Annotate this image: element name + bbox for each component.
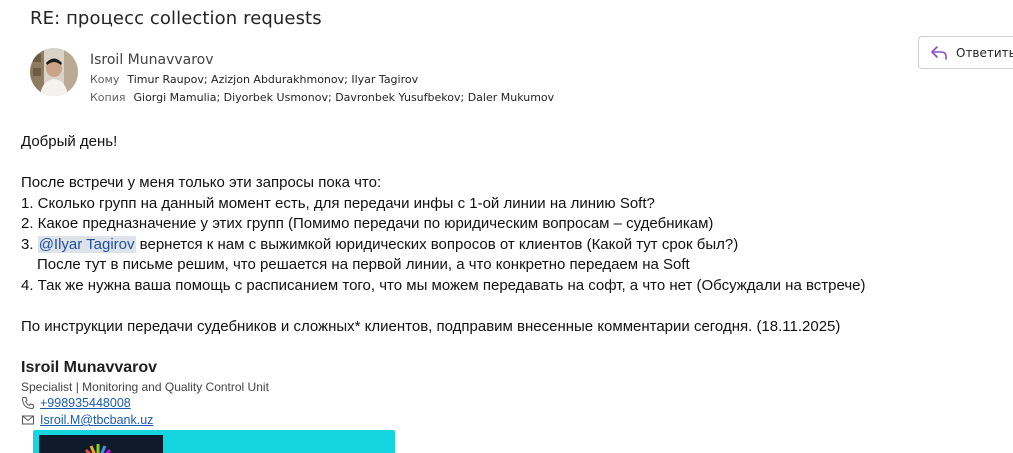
signature-name: Isroil Munavvarov [21,359,158,376]
item-3-text: вернется к нам с выжимкой юридических во… [135,235,739,253]
signature-phone-link[interactable]: +998935448008 [40,396,131,410]
mention-ilyar-tagirov[interactable]: @Ilyar Tagirov [37,235,136,253]
email-body: Добрый день! После встречи у меня только… [21,132,866,337]
to-label: Кому [90,73,120,86]
cc-recipients[interactable]: Giorgi Mamulia; Diyorbek Usmonov; Davron… [134,91,555,104]
sender-avatar[interactable] [30,48,78,96]
intro: После встречи у меня только эти запросы … [21,174,382,191]
signature-title: Specialist | Monitoring and Quality Cont… [21,380,269,394]
phone-icon [21,396,35,410]
cc-label: Копия [90,91,126,104]
signature-email-link[interactable]: Isroil.M@tbcbank.uz [40,413,153,427]
reply-button[interactable]: Ответить [918,36,1013,69]
cc-line: Копия Giorgi Mamulia; Diyorbek Usmonov; D… [90,91,554,104]
signature-email-row: Isroil.M@tbcbank.uz [21,412,269,428]
item-1: 1. Сколько групп на данный момент есть, … [21,194,655,212]
reply-icon [930,45,948,61]
item-3-continuation: После тут в письме решим, что решается н… [37,256,690,273]
signature-phone-row: +998935448008 [21,395,269,411]
signature-banner [33,430,395,453]
item-4: 4. Так же нужна ваша помощь с расписание… [21,276,866,294]
bank-logo-icon [84,444,112,453]
sender-name[interactable]: Isroil Munavvarov [90,52,214,68]
item-2: 2. Какое предназначение у этих групп (По… [21,215,714,232]
to-recipients[interactable]: Timur Raupov; Azizjon Abdurakhmonov; Ily… [127,73,418,86]
closing: По инструкции передачи судебников и слож… [21,317,841,335]
mail-icon [21,413,35,427]
item-3-prefix: 3. [21,235,38,253]
signature: Isroil Munavvarov Specialist | Monitorin… [21,359,269,428]
email-subject: RE: процесс collection requests [30,8,322,29]
greeting: Добрый день! [21,133,118,150]
to-line: Кому Timur Raupov; Azizjon Abdurakhmonov;… [90,73,418,86]
item-3: 3. @Ilyar Tagirov вернется к нам с выжим… [21,235,866,256]
reply-label: Ответить [956,45,1013,60]
